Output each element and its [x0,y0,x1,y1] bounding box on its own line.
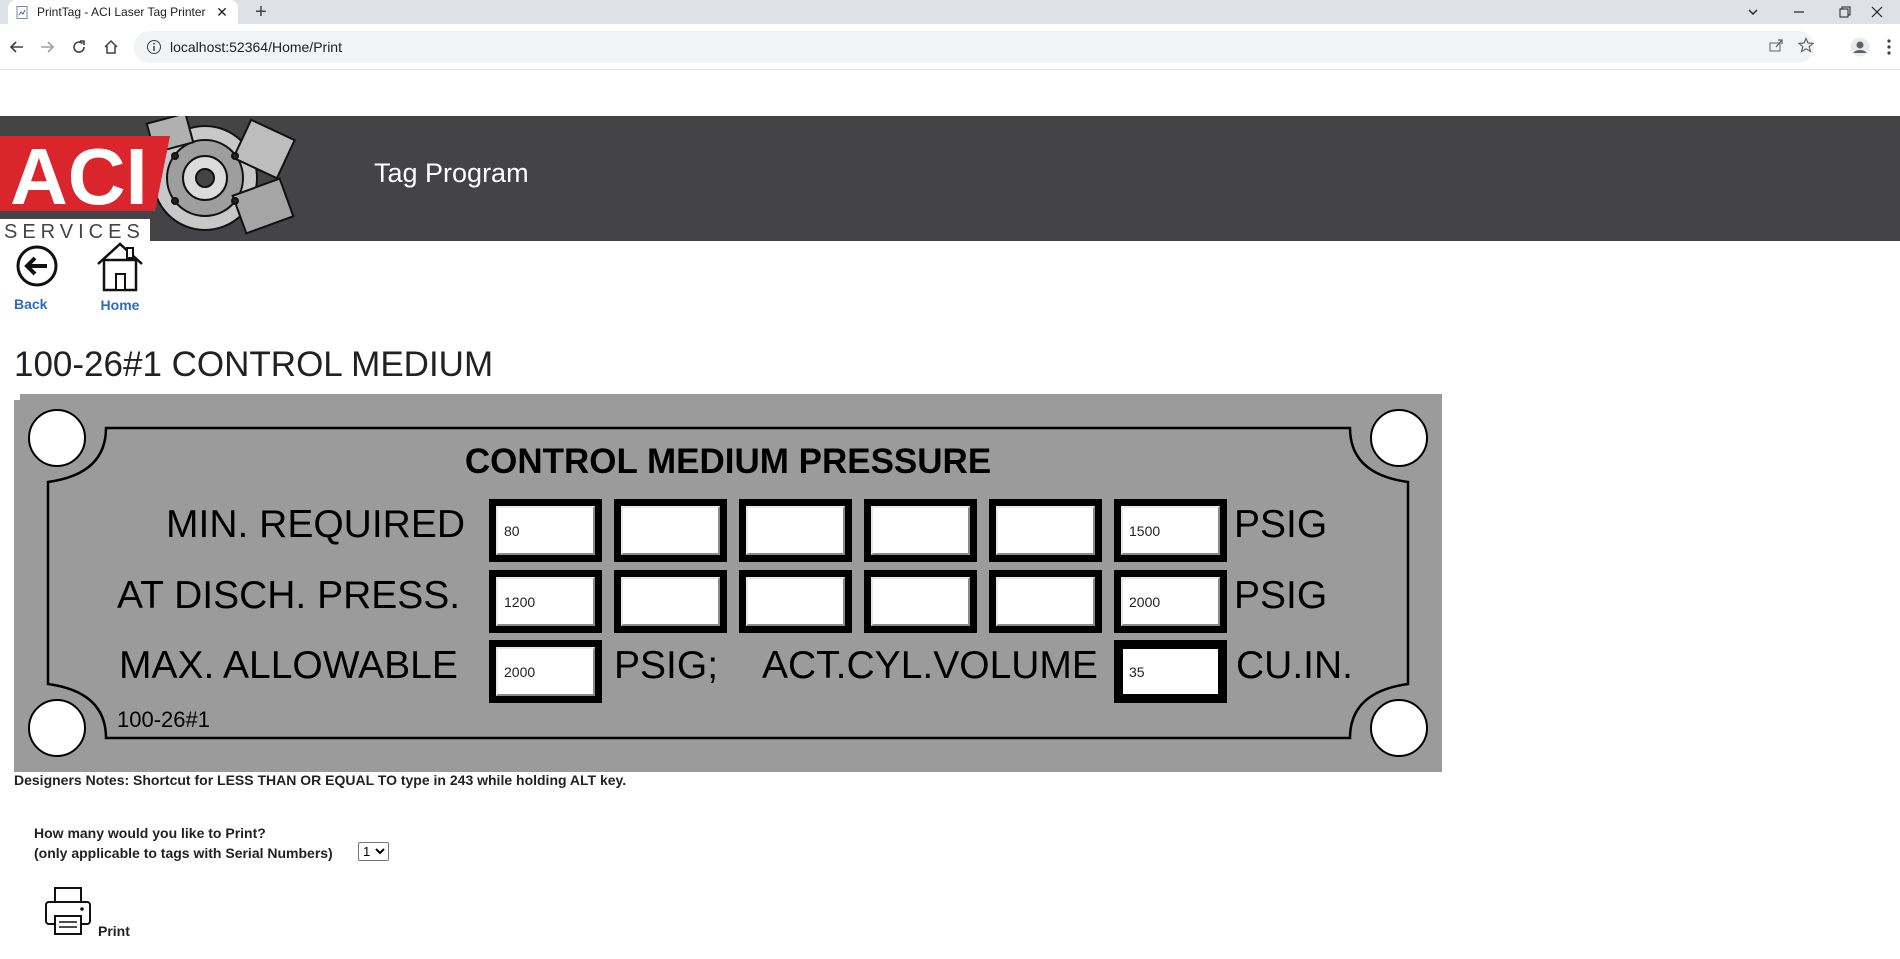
min-required-field-5[interactable] [989,499,1102,562]
header-title: Tag Program [374,158,529,188]
print-quantity-label: How many would you like to Print? (only … [34,823,333,863]
browser-menu-icon[interactable] [1876,34,1900,60]
page-favicon-icon [16,5,28,19]
tag-code: 100-26#1 [117,707,210,732]
at-disch-input-1[interactable] [496,577,595,626]
min-required-field-4[interactable] [864,499,977,562]
min-required-field-3[interactable] [739,499,852,562]
url-text: localhost:52364/Home/Print [170,39,342,55]
act-cyl-volume-field[interactable] [1114,640,1227,703]
min-required-input-1[interactable] [496,506,595,555]
at-disch-field-4[interactable] [864,570,977,633]
home-label: Home [100,297,140,313]
browser-toolbar: localhost:52364/Home/Print [0,24,1900,70]
max-allowable-label: MAX. ALLOWABLE [119,644,458,687]
at-disch-unit: PSIG [1234,574,1328,617]
act-cyl-volume-unit: CU.IN. [1236,644,1353,687]
at-disch-field-3[interactable] [739,570,852,633]
at-disch-field-5[interactable] [989,570,1102,633]
browser-tab[interactable]: PrintTag - ACI Laser Tag Printer ✕ [8,0,238,24]
compressor-icon [145,116,296,235]
min-required-input-6[interactable] [1121,506,1220,555]
back-link[interactable]: Back [14,244,60,312]
act-cyl-volume-input[interactable] [1121,647,1220,696]
back-label: Back [14,296,48,312]
at-disch-field-1[interactable] [489,570,602,633]
new-tab-button[interactable]: + [250,1,272,23]
at-disch-input-5[interactable] [996,577,1095,626]
at-disch-field-6[interactable] [1114,570,1227,633]
aci-services-logo[interactable]: ACI SERVICES [0,116,300,241]
print-label: Print [98,923,130,939]
min-required-field-1[interactable] [489,499,602,562]
share-icon[interactable] [1768,37,1784,53]
minimize-icon[interactable] [1776,0,1822,24]
address-bar[interactable]: localhost:52364/Home/Print [134,31,1814,63]
print-quantity-select[interactable]: 1 [358,842,389,861]
browser-tab-strip: PrintTag - ACI Laser Tag Printer ✕ + [0,0,1900,24]
max-allowable-input[interactable] [496,647,595,696]
reload-icon[interactable] [66,34,92,60]
at-disch-input-6[interactable] [1121,577,1220,626]
bookmark-star-icon[interactable] [1798,37,1814,53]
tag-plate: CONTROL MEDIUM PRESSURE MIN. REQUIRED PS… [14,394,1442,772]
at-disch-field-2[interactable] [614,570,727,633]
profile-avatar-icon[interactable] [1847,34,1873,60]
printer-icon [45,887,91,935]
svg-text:SERVICES: SERVICES [4,221,145,241]
tab-close-icon[interactable]: ✕ [214,4,230,21]
tab-title: PrintTag - ACI Laser Tag Printer [37,5,206,19]
back-circle-icon [16,245,58,287]
at-disch-input-3[interactable] [746,577,845,626]
min-required-input-2[interactable] [621,506,720,555]
home-browser-icon[interactable] [98,34,124,60]
max-allowable-field[interactable] [489,640,602,703]
site-header: ACI SERVICES Tag Program [0,116,1900,241]
home-link[interactable]: Home [92,240,148,313]
print-quantity-question: How many would you like to Print? [34,825,266,841]
forward-arrow-icon[interactable] [34,34,60,60]
min-required-input-4[interactable] [871,506,970,555]
home-icon [97,242,143,292]
max-allowable-unit: PSIG; [614,644,719,687]
min-required-input-3[interactable] [746,506,845,555]
min-required-field-6[interactable] [1114,499,1227,562]
print-button[interactable]: Print [44,886,144,942]
print-quantity-hint: (only applicable to tags with Serial Num… [34,845,333,861]
min-required-unit: PSIG [1234,503,1328,546]
designers-notes: Designers Notes: Shortcut for LESS THAN … [14,772,627,788]
close-window-icon[interactable] [1854,0,1900,24]
svg-text:ACI: ACI [10,132,148,221]
site-info-icon[interactable] [146,39,162,55]
min-required-input-5[interactable] [996,506,1095,555]
tag-heading: CONTROL MEDIUM PRESSURE [464,442,992,481]
page-title: 100-26#1 CONTROL MEDIUM [14,345,494,384]
tab-search-icon[interactable] [1730,0,1776,24]
at-disch-input-4[interactable] [871,577,970,626]
min-required-label: MIN. REQUIRED [166,503,466,546]
act-cyl-volume-label: ACT.CYL.VOLUME [762,644,1098,687]
min-required-field-2[interactable] [614,499,727,562]
at-disch-input-2[interactable] [621,577,720,626]
back-arrow-icon[interactable] [4,34,30,60]
at-disch-press-label: AT DISCH. PRESS. [117,574,461,617]
